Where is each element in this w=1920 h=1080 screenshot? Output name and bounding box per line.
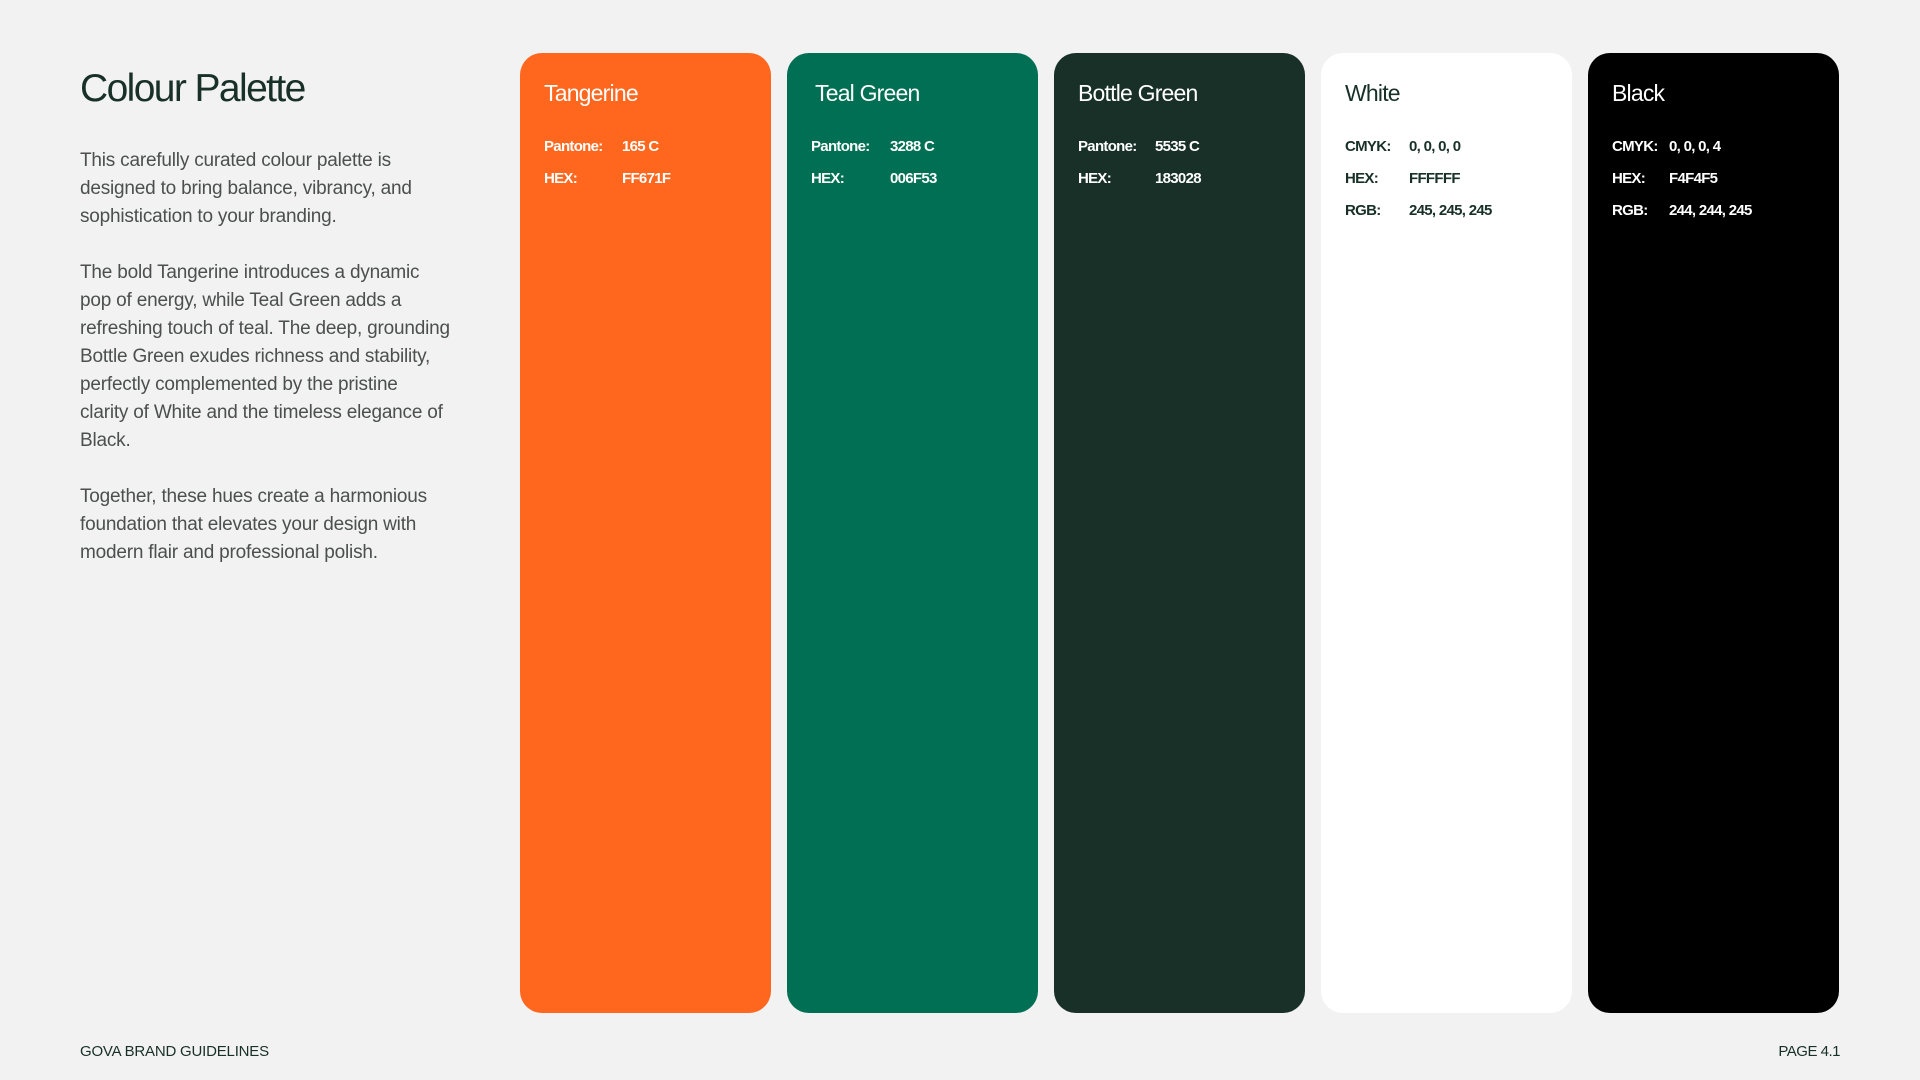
spec-label: HEX:: [1612, 169, 1646, 187]
spec-row: HEX: FFFFFF: [1345, 163, 1548, 195]
spec-value: 006F53: [890, 169, 937, 187]
description-paragraph: Together, these hues create a harmonious…: [80, 485, 427, 563]
spec-value: 183028: [1155, 169, 1202, 187]
spec-row: RGB: 244, 244, 245: [1612, 195, 1815, 227]
spec-value: F4F4F5: [1669, 169, 1718, 187]
swatch-name: Black: [1612, 80, 1665, 106]
spec-row: Pantone: 3288 C: [811, 131, 1014, 163]
description-paragraph: The bold Tangerine introduces a dynamic …: [80, 261, 450, 451]
spec-label: CMYK:: [1345, 137, 1391, 155]
swatch-bottle-green: Bottle Green Pantone: 5535 C HEX: 183028: [1054, 53, 1305, 1013]
intro-section: Colour Palette This carefully curated co…: [80, 66, 450, 595]
footer-brand: GOVA BRAND GUIDELINES: [80, 1043, 269, 1060]
spec-value: 0, 0, 0, 0: [1409, 137, 1461, 155]
description: This carefully curated colour palette is…: [80, 147, 450, 567]
spec-row: CMYK: 0, 0, 0, 0: [1345, 131, 1548, 163]
spec-row: CMYK: 0, 0, 0, 4: [1612, 131, 1815, 163]
spec-row: HEX: 183028: [1078, 163, 1281, 195]
page-title: Colour Palette: [80, 67, 306, 110]
swatch-name: Teal Green: [815, 80, 920, 106]
spec-value: 3288 C: [890, 137, 935, 155]
spec-label: CMYK:: [1612, 137, 1658, 155]
swatch-black: Black CMYK: 0, 0, 0, 4 HEX: F4F4F5 RGB: …: [1588, 53, 1839, 1013]
spec-label: RGB:: [1612, 201, 1648, 219]
spec-label: HEX:: [544, 169, 578, 187]
swatch-name: Bottle Green: [1078, 80, 1198, 106]
spec-row: HEX: 006F53: [811, 163, 1014, 195]
page-number: PAGE 4.1: [1778, 1043, 1840, 1060]
spec-value: 165 C: [622, 137, 659, 155]
spec-label: HEX:: [811, 169, 845, 187]
swatch-teal-green: Teal Green Pantone: 3288 C HEX: 006F53: [787, 53, 1038, 1013]
spec-row: Pantone: 165 C: [544, 131, 747, 163]
spec-value: 0, 0, 0, 4: [1669, 137, 1721, 155]
spec-row: HEX: F4F4F5: [1612, 163, 1815, 195]
spec-label: HEX:: [1345, 169, 1379, 187]
spec-value: FF671F: [622, 169, 671, 187]
swatch-name: Tangerine: [544, 80, 639, 106]
spec-label: Pantone:: [1078, 137, 1137, 155]
spec-row: RGB: 245, 245, 245: [1345, 195, 1548, 227]
spec-row: Pantone: 5535 C: [1078, 131, 1281, 163]
spec-value: FFFFFF: [1409, 169, 1460, 187]
colour-swatches: Tangerine Pantone: 165 C HEX: FF671F Tea…: [520, 53, 1839, 1013]
swatch-tangerine: Tangerine Pantone: 165 C HEX: FF671F: [520, 53, 771, 1013]
spec-label: HEX:: [1078, 169, 1112, 187]
spec-value: 244, 244, 245: [1669, 201, 1752, 219]
description-paragraph: This carefully curated colour palette is…: [80, 149, 412, 227]
spec-row: HEX: FF671F: [544, 163, 747, 195]
spec-label: RGB:: [1345, 201, 1381, 219]
spec-label: Pantone:: [544, 137, 603, 155]
spec-value: 245, 245, 245: [1409, 201, 1492, 219]
swatch-name: White: [1345, 80, 1401, 106]
spec-value: 5535 C: [1155, 137, 1200, 155]
swatch-white: White CMYK: 0, 0, 0, 0 HEX: FFFFFF RGB: …: [1321, 53, 1572, 1013]
spec-label: Pantone:: [811, 137, 870, 155]
